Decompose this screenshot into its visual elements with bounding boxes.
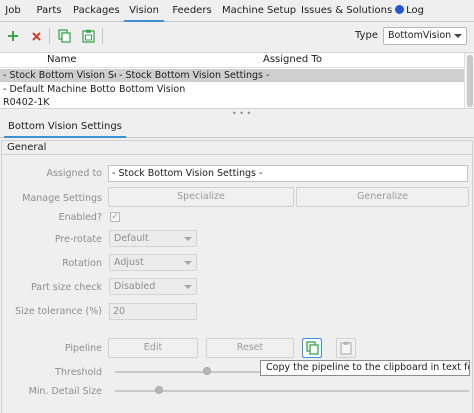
splitter-grip-icon: • • • [232,109,252,118]
tab-issues-solutions-label: Issues & Solutions [301,5,393,16]
type-select-value: BottomVision [388,30,452,41]
part-size-check-select-value: Disabled [114,281,156,292]
threshold-slider-handle[interactable] [203,367,211,375]
group-title: General [7,142,47,153]
tab-job[interactable]: Job [2,0,24,22]
assigned-to-field: - Stock Bottom Vision Settings - [108,165,468,182]
threshold-slider[interactable] [115,371,260,373]
chevron-down-icon [184,285,192,289]
prerotate-label: Pre-rotate [54,234,102,245]
tab-bottom-vision-settings[interactable]: Bottom Vision Settings [4,118,126,138]
toolbar-separator [102,28,103,44]
enabled-checkbox[interactable]: ✓ [110,212,120,222]
row-name: R0402-1K [3,97,50,108]
paste-pipeline-button[interactable] [336,338,356,358]
copy-pipeline-button[interactable] [302,338,322,358]
vision-settings-table: Name Assigned To - Stock Bottom Vision S… [0,52,474,109]
manage-settings-label: Manage Settings [22,193,102,204]
prerotate-select[interactable]: Default [109,230,197,247]
paste-icon [81,29,95,43]
checkmark-icon: ✓ [111,212,119,222]
rotation-label: Rotation [62,258,102,269]
part-size-check-select[interactable]: Disabled [109,278,197,295]
add-button[interactable] [4,27,22,45]
delete-icon [31,31,41,41]
tab-packages[interactable]: Packages [73,0,120,22]
notification-dot-icon [395,5,405,14]
toolbar-separator [49,28,50,44]
column-header-name[interactable]: Name [47,54,77,65]
pipeline-edit-button[interactable]: Edit [108,338,198,358]
part-size-check-label: Part size check [30,282,102,293]
type-label: Type [355,30,378,41]
add-icon [8,31,18,41]
copy-button[interactable] [55,27,73,45]
pipeline-label: Pipeline [64,343,102,354]
chevron-down-icon [184,237,192,241]
tab-feeders[interactable]: Feeders [172,0,212,22]
column-header-assigned-to[interactable]: Assigned To [263,54,322,65]
pipeline-reset-button[interactable]: Reset [206,338,294,358]
tab-issues-solutions[interactable]: Issues & Solutions [301,0,405,22]
min-detail-size-slider-handle[interactable] [155,386,163,394]
scrollbar-thumb[interactable] [467,55,473,107]
row-assigned-to: Bottom Vision [119,84,186,95]
copy-icon [57,29,71,43]
enabled-label: Enabled? [58,212,102,223]
copy-pipeline-tooltip: Copy the pipeline to the clipboard in te… [260,360,470,376]
table-row[interactable]: - Stock Bottom Vision Set... - Stock Bot… [0,69,464,82]
table-row[interactable]: - Default Machine Botto... Bottom Vision [0,83,464,96]
rotation-select-value: Adjust [114,257,144,268]
generalize-button[interactable]: Generalize [296,187,469,207]
delete-button[interactable] [27,27,45,45]
vision-toolbar: Type BottomVision [0,23,474,49]
specialize-button[interactable]: Specialize [108,187,294,207]
assigned-to-label: Assigned to [46,168,102,179]
table-scrollbar[interactable] [464,53,474,108]
min-detail-size-label: Min. Detail Size [28,386,102,397]
tab-parts[interactable]: Parts [36,0,62,22]
row-assigned-to: - Stock Bottom Vision Settings - [119,70,270,81]
copy-icon [305,341,319,355]
size-tolerance-label: Size tolerance (%) [15,306,102,317]
split-pane-divider[interactable]: • • • [0,109,474,118]
row-name: - Stock Bottom Vision Set... [3,70,116,81]
paste-icon [340,341,352,355]
chevron-down-icon [184,261,192,265]
chevron-down-icon [454,34,462,38]
main-tab-bar: Job Parts Packages Vision Feeders Machin… [0,0,474,22]
min-detail-size-slider[interactable] [115,390,469,392]
threshold-label: Threshold [55,367,102,378]
type-select[interactable]: BottomVision [383,27,467,45]
tab-machine-setup[interactable]: Machine Setup [222,0,296,22]
group-divider [2,154,472,155]
table-header: Name Assigned To [0,53,464,68]
row-name: - Default Machine Botto... [3,84,116,95]
table-row[interactable]: R0402-1K [0,96,464,108]
tab-vision[interactable]: Vision [124,0,164,22]
size-tolerance-input[interactable]: 20 [109,303,197,320]
prerotate-select-value: Default [114,233,149,244]
tab-log[interactable]: Log [404,0,426,22]
settings-tab-bar: Bottom Vision Settings [0,118,474,138]
paste-button[interactable] [79,27,97,45]
rotation-select[interactable]: Adjust [109,254,197,271]
